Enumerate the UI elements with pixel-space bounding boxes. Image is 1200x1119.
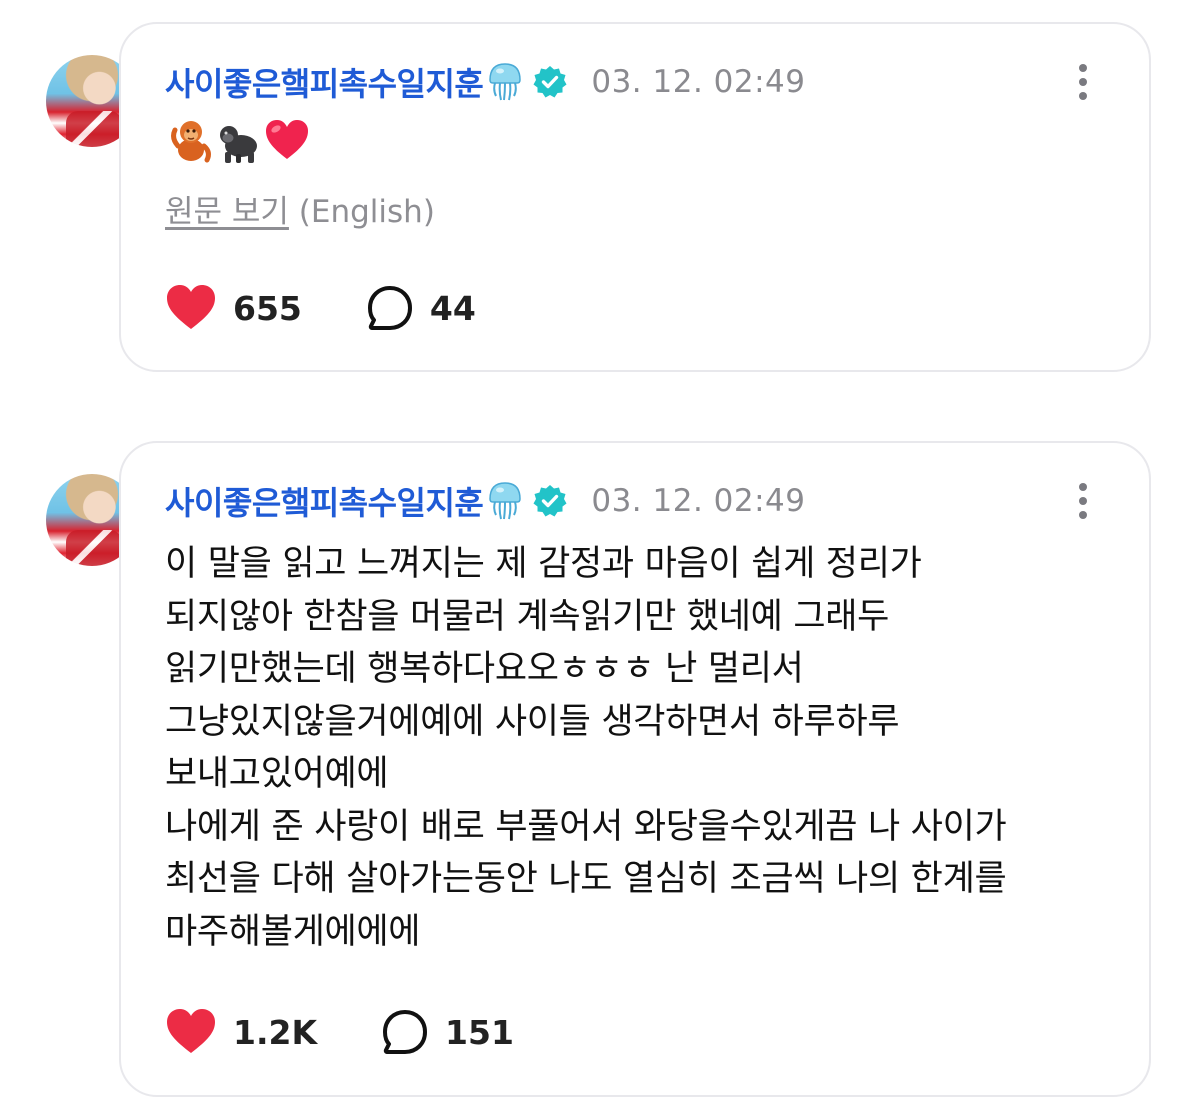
comment-bubble-icon <box>367 286 412 330</box>
body-line: 나에게 준 사랑이 배로 부풀어서 와당을수있게끔 나 사이가 <box>165 806 1007 847</box>
stats-row: 655 44 <box>165 282 476 334</box>
comment-button[interactable]: 44 <box>366 284 476 332</box>
view-original-link[interactable]: 원문 보기 <box>165 194 289 230</box>
post-1: 사이좋은햌피촉수일지훈 03. 12. 02:49 원문 보기 (English… <box>0 22 1200 372</box>
post-body: 이 말을 읽고 느껴지는 제 감정과 마음이 쉽게 정리가 되지않아 한참을 머… <box>165 538 1105 958</box>
orangutan-emoji-icon <box>171 121 211 163</box>
more-options-button[interactable] <box>1063 62 1103 102</box>
translate-row: 원문 보기 (English) <box>165 186 435 231</box>
comment-count: 44 <box>429 288 476 328</box>
dot-icon <box>1079 497 1087 505</box>
body-line: 되지않아 한참을 머물러 계속읽기만 했네예 그래두 <box>165 596 890 637</box>
gorilla-emoji-icon <box>220 126 257 163</box>
like-button[interactable]: 655 <box>165 282 302 334</box>
red-heart-emoji-icon <box>266 120 308 159</box>
body-line: 보내고있어예에 <box>165 754 389 794</box>
comment-button[interactable]: 151 <box>381 1008 514 1056</box>
jellyfish-emoji-icon <box>489 482 522 520</box>
body-line: 그냥있지않을거에예에 사이들 생각하면서 하루하루 <box>165 701 900 742</box>
post-header: 사이좋은햌피촉수일지훈 03. 12. 02:49 <box>165 54 1109 110</box>
body-line: 읽기만했는데 행복하다요오ㅎㅎㅎ 난 멀리서 <box>165 649 804 689</box>
original-language-label: (English) <box>298 194 435 230</box>
post-card: 사이좋은햌피촉수일지훈 03. 12. 02:49 원문 보기 (English… <box>119 22 1151 372</box>
verified-check-icon <box>533 485 567 517</box>
post-card: 사이좋은햌피촉수일지훈 03. 12. 02:49 이 말을 읽고 느껴지는 제… <box>119 441 1151 1097</box>
heart-icon <box>167 285 215 329</box>
like-count: 655 <box>233 288 302 328</box>
body-line: 마주해볼게에에에 <box>165 911 421 952</box>
timestamp: 03. 12. 02:49 <box>591 64 806 100</box>
more-options-button[interactable] <box>1063 481 1103 521</box>
like-count: 1.2K <box>233 1012 318 1052</box>
author-name[interactable]: 사이좋은햌피촉수일지훈 <box>165 478 484 524</box>
comment-count: 151 <box>445 1012 514 1052</box>
post-header: 사이좋은햌피촉수일지훈 03. 12. 02:49 <box>165 473 1109 529</box>
like-button[interactable]: 1.2K <box>165 1006 317 1058</box>
author-name[interactable]: 사이좋은햌피촉수일지훈 <box>165 59 484 105</box>
emoji-row <box>167 116 311 168</box>
comment-bubble-icon <box>383 1010 428 1054</box>
dot-icon <box>1079 92 1087 100</box>
dot-icon <box>1079 483 1087 491</box>
dot-icon <box>1079 64 1087 72</box>
dot-icon <box>1079 78 1087 86</box>
verified-check-icon <box>533 66 567 98</box>
jellyfish-emoji-icon <box>489 63 522 101</box>
post-2: 사이좋은햌피촉수일지훈 03. 12. 02:49 이 말을 읽고 느껴지는 제… <box>0 441 1200 1097</box>
heart-icon <box>167 1009 215 1053</box>
timestamp: 03. 12. 02:49 <box>591 483 806 519</box>
body-line: 최선을 다해 살아가는동안 나도 열심히 조금씩 나의 한계를 <box>165 859 1007 899</box>
body-line: 이 말을 읽고 느껴지는 제 감정과 마음이 쉽게 정리가 <box>165 544 922 584</box>
dot-icon <box>1079 511 1087 519</box>
stats-row: 1.2K 151 <box>165 1006 514 1058</box>
